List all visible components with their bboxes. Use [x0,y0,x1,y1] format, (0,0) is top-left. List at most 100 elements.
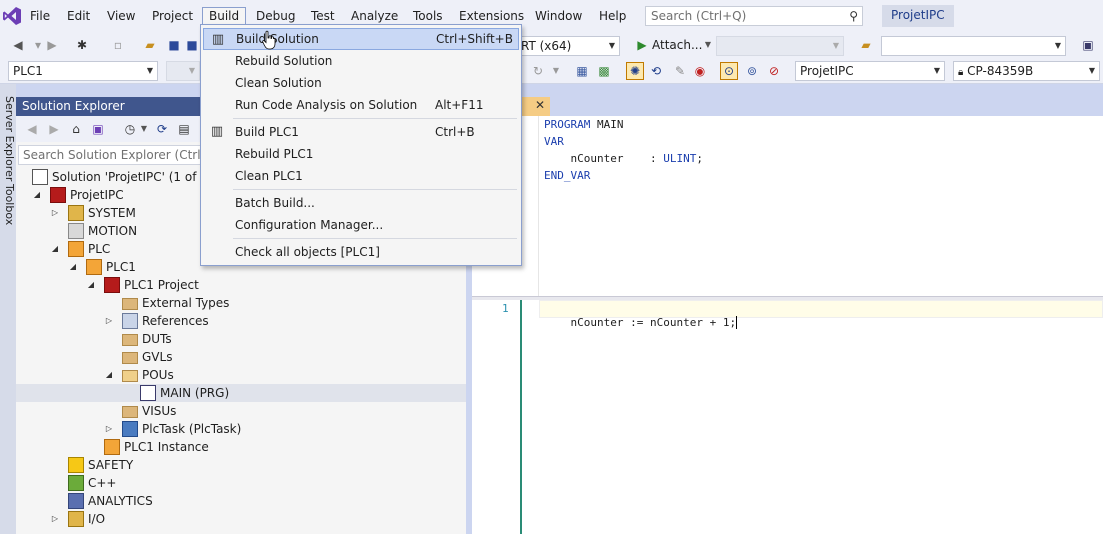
collapse-all-icon[interactable]: ▤ [176,121,192,137]
tree-item[interactable]: MAIN (PRG) [16,384,466,402]
declaration-editor[interactable]: PROGRAM MAIN VAR nCounter : ULINT; END_VAR [472,116,1103,296]
declaration-line[interactable]: PROGRAM MAIN [544,118,623,131]
collapsed-arrow-icon[interactable]: ▷ [50,204,60,222]
add-item-icon[interactable]: ▫ [110,37,126,53]
menu-project[interactable]: Project [146,8,199,26]
tree-item-label: GVLs [142,350,173,364]
implementation-code-line[interactable]: nCounter := nCounter + 1;​ [544,303,738,342]
io-icon [68,511,84,527]
expanded-arrow-icon[interactable]: ◢ [68,258,78,276]
tree-item[interactable]: ANALYTICS [16,492,466,510]
declaration-line[interactable]: nCounter : ULINT; [544,152,702,165]
menu-item-configuration-manager[interactable]: Configuration Manager... [203,214,519,236]
implementation-editor[interactable]: 1 nCounter := nCounter + 1;​ [472,300,1103,534]
open-folder-icon[interactable]: ▰ [142,37,158,53]
forward-icon[interactable]: ▶ [44,37,60,53]
menu-item-build-solution[interactable]: ▥ Build Solution Ctrl+Shift+B [203,28,519,50]
menu-help[interactable]: Help [593,8,632,26]
declaration-line[interactable]: END_VAR [544,169,590,182]
tree-item[interactable]: SAFETY [16,456,466,474]
forward-icon[interactable]: ▶ [46,121,62,137]
back-icon[interactable]: ◀ [10,37,26,53]
menu-item-rebuild-plc1[interactable]: Rebuild PLC1 [203,143,519,165]
tree-item[interactable]: ▷ PlcTask (PlcTask) [16,420,466,438]
target-icon[interactable]: ◉ [692,63,708,79]
solution-combo-value: ProjetIPC [800,64,854,78]
tree-item[interactable]: PLC1 Instance [16,438,466,456]
chevron-down-icon: ▼ [188,66,195,75]
back-icon[interactable]: ◀ [24,121,40,137]
menu-item-clean-solution[interactable]: Clean Solution [203,72,519,94]
sync-icon[interactable]: ⟳ [154,121,170,137]
tree-item[interactable]: VISUs [16,402,466,420]
grid-icon[interactable]: ▦ [574,63,590,79]
start-debugging-icon[interactable]: ▶ [634,37,650,53]
restart-icon[interactable]: ⟲ [648,63,664,79]
redo-icon[interactable]: ↻ [530,63,546,79]
menu-item-run-code-analysis-on-solution[interactable]: Run Code Analysis on Solution Alt+F11 [203,94,519,116]
attach-button[interactable]: Attach... [652,38,702,52]
window-icon[interactable]: ▣ [1080,37,1096,53]
menu-item-clean-plc1[interactable]: Clean PLC1 [203,165,519,187]
new-project-icon[interactable]: ✱ [74,37,90,53]
activate-configuration-icon[interactable]: ✺ [626,62,644,80]
expanded-arrow-icon[interactable]: ◢ [86,276,96,294]
folder-icon [122,406,138,418]
tree-item[interactable]: ▷ References [16,312,466,330]
build-menu-dropdown: ▥ Build Solution Ctrl+Shift+B Rebuild Solut… [200,24,522,266]
tree-item[interactable]: ◢ PLC1 Project [16,276,466,294]
menu-item-label: Rebuild Solution [235,54,333,68]
expanded-arrow-icon[interactable]: ◢ [50,240,60,258]
home-icon[interactable]: ⌂ [68,121,84,137]
search-icon: ⚲ [849,9,858,23]
expanded-arrow-icon[interactable]: ◢ [104,366,114,384]
line-number: 1 [502,302,509,315]
tree-item[interactable]: ◢ POUs [16,366,466,384]
chevron-down-icon[interactable]: ▼ [136,121,152,137]
tree-item[interactable]: C++ [16,474,466,492]
tree-item-label: I/O [88,512,106,526]
chevron-down-icon[interactable]: ▼ [700,37,716,53]
find-combo[interactable]: ▼ [881,36,1066,56]
collapsed-arrow-icon[interactable]: ▷ [104,420,114,438]
switch-views-icon[interactable]: ▣ [90,121,106,137]
config-icon[interactable]: ▩ [596,63,612,79]
menu-item-batch-build[interactable]: Batch Build... [203,192,519,214]
tree-item[interactable]: External Types [16,294,466,312]
menu-window[interactable]: Window [529,8,588,26]
toolbox-tab[interactable]: Toolbox [0,184,16,225]
config-mode-icon[interactable]: ✎ [672,63,688,79]
scan-icon[interactable]: ⊚ [744,63,760,79]
tree-item[interactable]: GVLs [16,348,466,366]
declaration-line[interactable]: VAR [544,135,564,148]
server-explorer-tab[interactable]: Server Explorer [0,96,16,181]
menu-item-build-plc1[interactable]: ▥ Build PLC1 Ctrl+B [203,121,519,143]
solution-combo[interactable]: ProjetIPC ▼ [795,61,945,81]
save-all-icon[interactable]: ■ [184,37,200,53]
expanded-arrow-icon[interactable]: ◢ [32,186,42,204]
twincat-toolbar: PLC1 ▼ ▼ ↻ ▼ ▦ ▩ ✺ ⟲ ✎ ◉ ⊙ ⊚ ⊘ ProjetIPC… [0,59,1103,84]
menu-item-check-all-objects-plc1[interactable]: Check all objects [PLC1] [203,241,519,263]
visual-studio-logo-icon[interactable] [2,6,22,26]
find-in-files-icon[interactable]: ▰ [858,37,874,53]
menu-bar: File Edit View Project Build Debug Test Analyze… [0,0,1103,33]
tree-item[interactable]: ▷ I/O [16,510,466,528]
menu-item-rebuild-solution[interactable]: Rebuild Solution [203,50,519,72]
collapsed-arrow-icon[interactable]: ▷ [104,312,114,330]
menu-separator [233,118,517,119]
collapsed-arrow-icon[interactable]: ▷ [50,510,60,528]
logout-icon[interactable]: ⊘ [766,63,782,79]
search-input[interactable]: Search (Ctrl+Q) ⚲ [645,6,863,26]
login-icon[interactable]: ⊙ [720,62,738,80]
target-system-combo[interactable]: 🔒︎ CP-84359B ▼ [953,61,1100,81]
menu-view[interactable]: View [101,8,141,26]
plc-project-combo[interactable]: PLC1 ▼ [8,61,158,81]
menu-file[interactable]: File [24,8,56,26]
close-icon[interactable]: ✕ [535,98,545,112]
chevron-down-icon[interactable]: ▼ [548,63,564,79]
tree-item[interactable]: DUTs [16,330,466,348]
menu-edit[interactable]: Edit [61,8,96,26]
platform-combo[interactable]: RT (x64) ▼ [517,36,620,56]
save-icon[interactable]: ■ [166,37,182,53]
tree-item-label: Solution 'ProjetIPC' (1 of 1 p [52,170,220,184]
